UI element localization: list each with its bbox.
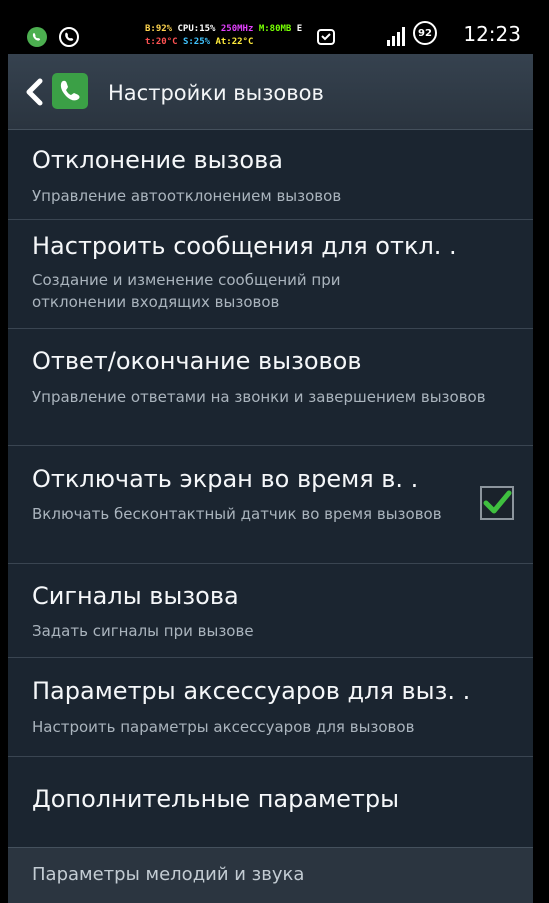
status-bar: B:92% CPU:15% 250MHz M:80MB E t:20°C S:2… [8,0,533,54]
setting-title: Сигналы вызова [32,582,239,610]
phone-call-icon [58,26,80,52]
signal-icon [385,25,409,51]
network-type: E [296,24,303,34]
page-title: Настройки вызовов [108,81,324,105]
setting-reject-messages[interactable]: Настроить сообщения для откл. . Создание… [8,220,533,329]
setting-summary: Задать сигналы при вызове [32,622,254,640]
setting-call-reject[interactable]: Отклонение вызова Управление автоотклоне… [8,130,533,220]
setting-call-alerts[interactable]: Сигналы вызова Задать сигналы при вызове [8,564,533,658]
setting-turn-off-screen[interactable]: Отключать экран во время в. . Включать б… [8,446,533,564]
setting-title: Настроить сообщения для откл. . [32,232,457,260]
setting-summary: Управление ответами на звонки и завершен… [32,388,486,406]
section-header-label: Параметры мелодий и звука [32,864,305,885]
system-monitor-line-1: B:92% CPU:15% 250MHz M:80MB E [145,24,302,35]
setting-summary: Управление автоотклонением вызовов [32,187,342,205]
storage-stat: S:25% [182,37,211,47]
memory-stat: M:80MB [258,24,292,34]
setting-answer-end-calls[interactable]: Ответ/окончание вызовов Управление ответ… [8,329,533,446]
ambient-temp-stat: At:22°C [215,37,254,47]
proximity-sensor-checkbox[interactable] [480,486,514,520]
setting-summary: Включать бесконтактный датчик во время в… [32,505,442,523]
system-monitor-line-2: t:20°C S:25% At:22°C [145,37,253,48]
settings-list: Отклонение вызова Управление автоотклоне… [8,130,533,847]
freq-stat: 250MHz [220,24,254,34]
battery-icon: 92 [413,21,437,45]
section-header-ringtones: Параметры мелодий и звука [8,847,533,903]
phone-screen: B:92% CPU:15% 250MHz M:80MB E t:20°C S:2… [8,0,533,903]
voicemail-icon [316,28,336,50]
checkmark-icon [483,490,512,514]
setting-title: Отключать экран во время в. . [32,465,419,493]
phone-app-icon[interactable] [52,73,88,109]
battery-level: 92 [418,27,432,39]
setting-title: Дополнительные параметры [32,785,400,813]
setting-summary: Настроить параметры аксессуаров для вызо… [32,718,415,736]
setting-title: Ответ/окончание вызовов [32,347,362,375]
setting-title: Параметры аксессуаров для выз. . [32,677,471,705]
setting-accessories[interactable]: Параметры аксессуаров для выз. . Настрои… [8,658,533,757]
temp-stat: t:20°C [145,37,178,47]
back-arrow-icon[interactable] [22,76,46,108]
clock: 12:23 [463,22,521,46]
whatsapp-icon [26,26,48,52]
battery-stat: B:92% [145,24,173,34]
cpu-stat: CPU:15% [177,24,216,34]
setting-additional[interactable]: Дополнительные параметры [8,757,533,847]
setting-title: Отклонение вызова [32,146,283,174]
action-bar: Настройки вызовов [8,54,533,130]
setting-summary: Создание и изменение сообщений при откло… [32,271,341,311]
